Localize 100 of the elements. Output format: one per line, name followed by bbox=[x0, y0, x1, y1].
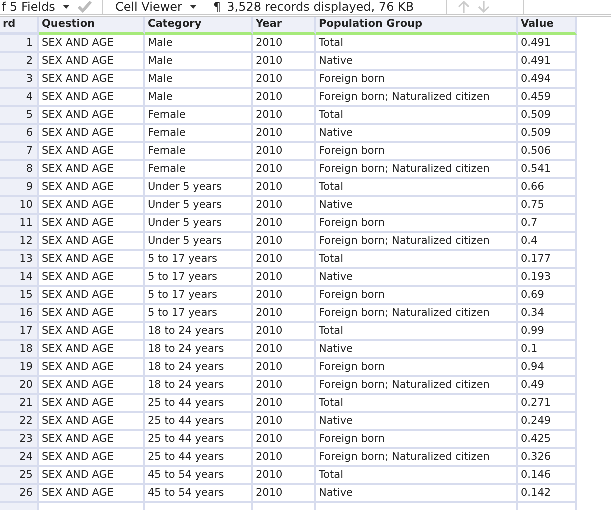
table-cell: 2010 bbox=[253, 341, 316, 359]
table-cell: 0.193 bbox=[518, 269, 577, 287]
table-cell: Total bbox=[316, 107, 518, 125]
record-number: 6 bbox=[0, 125, 39, 143]
table-cell: 2010 bbox=[253, 305, 316, 323]
table-cell: Foreign born bbox=[316, 215, 518, 233]
table-cell: Total bbox=[316, 179, 518, 197]
table-cell: Foreign born bbox=[316, 143, 518, 161]
table-cell: Foreign born; Naturalized citizen bbox=[316, 89, 518, 107]
column-header[interactable]: Year bbox=[253, 17, 316, 35]
table-cell: 0.326 bbox=[518, 449, 577, 467]
table-cell: SEX AND AGE bbox=[39, 269, 145, 287]
column-header[interactable]: Category bbox=[145, 17, 253, 35]
table-cell: Foreign born; Naturalized citizen bbox=[316, 161, 518, 179]
table-cell: 45 to 54 years bbox=[145, 485, 253, 503]
table-cell: SEX AND AGE bbox=[39, 215, 145, 233]
table-cell: Male bbox=[145, 35, 253, 53]
record-number: 20 bbox=[0, 377, 39, 395]
table-cell: 2010 bbox=[253, 233, 316, 251]
table-cell: 2010 bbox=[253, 431, 316, 449]
table-cell: 2010 bbox=[253, 179, 316, 197]
table-cell: Foreign born bbox=[316, 71, 518, 89]
table-cell: Female bbox=[145, 125, 253, 143]
table-cell: SEX AND AGE bbox=[39, 431, 145, 449]
table-cell: 5 to 17 years bbox=[145, 305, 253, 323]
table-cell: SEX AND AGE bbox=[39, 251, 145, 269]
table-cell: SEX AND AGE bbox=[39, 359, 145, 377]
pilcrow-icon[interactable]: ¶ bbox=[213, 0, 222, 14]
table-cell: Foreign born bbox=[316, 431, 518, 449]
table-cell: Total bbox=[316, 467, 518, 485]
table-cell: 2010 bbox=[253, 125, 316, 143]
up-arrow-icon[interactable] bbox=[457, 1, 472, 13]
table-cell: 0.509 bbox=[518, 107, 577, 125]
record-number: 17 bbox=[0, 323, 39, 341]
down-arrow-icon[interactable] bbox=[477, 1, 492, 13]
table-cell: 0.66 bbox=[518, 179, 577, 197]
record-number: 19 bbox=[0, 359, 39, 377]
record-number: 16 bbox=[0, 305, 39, 323]
table-cell: 2010 bbox=[253, 89, 316, 107]
column-header[interactable]: Value bbox=[518, 17, 577, 35]
column-header[interactable]: Population Group bbox=[316, 17, 518, 35]
table-cell: Foreign born bbox=[316, 359, 518, 377]
record-number: 2 bbox=[0, 53, 39, 71]
table-cell: 0.491 bbox=[518, 53, 577, 71]
table-cell: SEX AND AGE bbox=[39, 143, 145, 161]
table-cell: 2010 bbox=[253, 359, 316, 377]
record-number: 25 bbox=[0, 467, 39, 485]
table-cell: 0.49 bbox=[518, 377, 577, 395]
table-cell: 18 to 24 years bbox=[145, 323, 253, 341]
table-cell: 2010 bbox=[253, 107, 316, 125]
table-cell: 2010 bbox=[253, 269, 316, 287]
record-number: 8 bbox=[0, 161, 39, 179]
table-cell: 2010 bbox=[253, 53, 316, 71]
table-cell: 2010 bbox=[253, 71, 316, 89]
table-cell: 2010 bbox=[253, 35, 316, 53]
table-cell: Native bbox=[316, 485, 518, 503]
table-cell: SEX AND AGE bbox=[39, 485, 145, 503]
record-number: 7 bbox=[0, 143, 39, 161]
table-cell: 0.7 bbox=[518, 215, 577, 233]
table-cell: 0.491 bbox=[518, 35, 577, 53]
table-cell: SEX AND AGE bbox=[39, 89, 145, 107]
table-cell: 2010 bbox=[253, 215, 316, 233]
table-cell: 0.425 bbox=[518, 431, 577, 449]
cell-viewer-dropdown[interactable]: Cell Viewer bbox=[113, 0, 200, 14]
table-cell: 2010 bbox=[253, 197, 316, 215]
table-cell: Under 5 years bbox=[145, 197, 253, 215]
table-cell: 18 to 24 years bbox=[145, 359, 253, 377]
table-cell: 0.271 bbox=[518, 395, 577, 413]
table-cell: 0.459 bbox=[518, 89, 577, 107]
table-cell: SEX AND AGE bbox=[39, 341, 145, 359]
table-cell: Female bbox=[145, 143, 253, 161]
table-cell: Total bbox=[316, 35, 518, 53]
table-cell: Foreign born; Naturalized citizen bbox=[316, 377, 518, 395]
table-cell: Native bbox=[316, 413, 518, 431]
table-cell: 25 to 44 years bbox=[145, 449, 253, 467]
table-cell: 0.509 bbox=[518, 125, 577, 143]
column-header[interactable]: rd bbox=[0, 17, 39, 35]
table-cell: Female bbox=[145, 161, 253, 179]
table-cell: Under 5 years bbox=[145, 215, 253, 233]
table-cell: 0.4 bbox=[518, 233, 577, 251]
table-cell: 2010 bbox=[253, 323, 316, 341]
record-number: 26 bbox=[0, 485, 39, 503]
table-cell: SEX AND AGE bbox=[39, 413, 145, 431]
table-cell: 2010 bbox=[253, 161, 316, 179]
table-cell: 18 to 24 years bbox=[145, 341, 253, 359]
column-header[interactable]: Question bbox=[39, 17, 145, 35]
record-number: 4 bbox=[0, 89, 39, 107]
table-cell: 25 to 44 years bbox=[145, 431, 253, 449]
table-cell: Male bbox=[145, 71, 253, 89]
record-number: 9 bbox=[0, 179, 39, 197]
record-number: 1 bbox=[0, 35, 39, 53]
checkmark-icon[interactable] bbox=[78, 1, 92, 13]
record-number: 21 bbox=[0, 395, 39, 413]
table-cell: SEX AND AGE bbox=[39, 179, 145, 197]
table-cell: Foreign born bbox=[316, 287, 518, 305]
table-cell: 5 to 17 years bbox=[145, 269, 253, 287]
fields-dropdown[interactable]: f 5 Fields bbox=[0, 0, 72, 14]
table-cell: Total bbox=[316, 251, 518, 269]
table-cell: 18 to 24 years bbox=[145, 377, 253, 395]
table-cell: 25 to 44 years bbox=[145, 395, 253, 413]
